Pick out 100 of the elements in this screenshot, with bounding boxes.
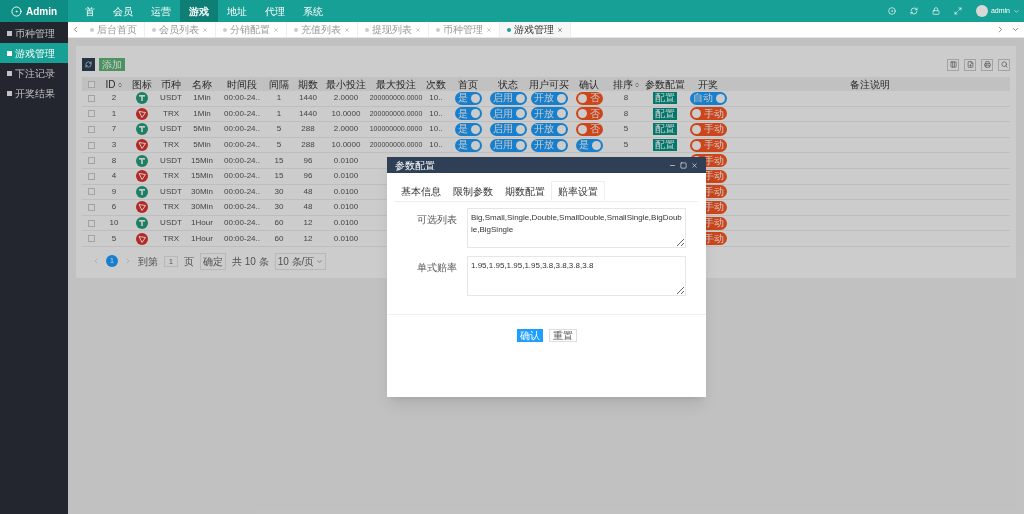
theme-icon[interactable] [887, 7, 896, 15]
add-button[interactable]: 添加 [99, 58, 125, 71]
toggle-switch[interactable]: 手动 [689, 138, 727, 152]
coin-icon [136, 123, 148, 136]
page-tab[interactable]: 充值列表 [287, 22, 358, 37]
fullscreen-icon[interactable] [953, 7, 962, 15]
dialog-tab[interactable]: 限制参数 [447, 181, 499, 201]
checkbox[interactable] [87, 157, 95, 165]
sidebar-item[interactable]: 游戏管理 [0, 43, 68, 63]
table-cell-text: 6 [110, 201, 118, 214]
table-cell-text: 00:00-24.. [223, 92, 261, 105]
toggle-switch[interactable]: 启用 [489, 91, 527, 105]
table-cell-text: 0.0100 [332, 154, 360, 167]
goto-button[interactable]: 确定 [200, 252, 226, 270]
toggle-switch[interactable]: 启用 [489, 138, 527, 152]
toggle-switch[interactable]: 否 [575, 123, 603, 136]
page-size-select[interactable]: 10 条/页 [274, 252, 327, 270]
checkbox[interactable] [87, 110, 95, 118]
print-icon[interactable] [981, 58, 993, 71]
table-cell-text: 2 [110, 92, 118, 105]
table-cell-text: USDT [159, 154, 183, 167]
toggle-switch[interactable]: 开放 [530, 91, 568, 105]
toggle-switch[interactable]: 启用 [489, 123, 527, 136]
config-button[interactable]: 配置 [653, 92, 677, 105]
sidebar-item[interactable]: 币种管理 [0, 23, 68, 43]
toggle-switch[interactable]: 开放 [530, 123, 568, 136]
page-tab[interactable]: 游戏管理 [500, 22, 571, 37]
checkbox[interactable] [87, 81, 95, 88]
toggle-switch[interactable]: 手动 [689, 107, 727, 121]
checkbox[interactable] [87, 219, 95, 227]
toggle-switch[interactable]: 是 [575, 138, 603, 152]
confirm-button[interactable]: 确认 [516, 329, 543, 342]
refresh-icon[interactable] [909, 7, 918, 15]
reset-button[interactable]: 重置 [548, 329, 577, 342]
toggle-switch[interactable]: 是 [454, 107, 482, 121]
page-tab[interactable]: 后台首页 [83, 22, 145, 37]
checkbox[interactable] [87, 203, 95, 211]
toggle-switch[interactable]: 否 [575, 91, 603, 105]
toggle-switch[interactable]: 是 [454, 138, 482, 152]
dialog-tab[interactable]: 基本信息 [395, 181, 447, 201]
checkbox[interactable] [87, 141, 95, 149]
caret-icon [316, 257, 324, 265]
table-cell-text: 0.0100 [332, 185, 360, 198]
sort-icon[interactable] [633, 81, 640, 88]
nav-item[interactable]: 地址 [218, 0, 256, 22]
prev-page-icon[interactable] [92, 257, 100, 266]
toggle-switch[interactable]: 是 [454, 91, 482, 105]
table-cell-text: USDT [159, 123, 183, 136]
toggle-switch[interactable]: 手动 [689, 123, 727, 136]
close-icon[interactable] [557, 26, 563, 33]
toggle-switch[interactable]: 启用 [489, 107, 527, 121]
table-cell-text: 1 [275, 107, 283, 120]
table-cell-text: 1Min [192, 107, 212, 120]
column-header: 名称 [192, 78, 212, 92]
scroll-left-icon[interactable] [71, 25, 80, 34]
refresh-button[interactable] [82, 58, 95, 71]
nav-item[interactable]: 会员 [104, 0, 142, 22]
table-cell-text: 1 [275, 92, 283, 105]
toggle-switch[interactable]: 自动 [689, 91, 727, 105]
export-icon[interactable] [964, 58, 976, 71]
toggle-switch[interactable]: 否 [575, 107, 603, 121]
page-tab[interactable]: 提现列表 [358, 22, 429, 37]
toggle-switch[interactable]: 是 [454, 123, 482, 136]
maximize-icon[interactable] [680, 161, 687, 169]
next-page-icon[interactable] [124, 257, 132, 266]
checkbox[interactable] [87, 235, 95, 243]
checkbox[interactable] [87, 188, 95, 196]
sort-icon[interactable] [116, 81, 123, 88]
dialog-tab[interactable]: 期数配置 [499, 181, 551, 201]
columns-icon[interactable] [947, 58, 959, 71]
text-area[interactable]: 1.95,1.95,1.95,1.95,3.8,3.8,3.8,3.8 [467, 256, 686, 296]
checkbox[interactable] [87, 94, 95, 102]
checkbox[interactable] [87, 126, 95, 133]
text-area[interactable]: Big,Small,Single,Double,SmallDouble,SmallSingle,BigDouble,BigSingle [467, 208, 686, 248]
table-cell-text: 5 [275, 139, 283, 152]
nav-item[interactable]: 代理 [256, 0, 294, 22]
nav-item[interactable]: 游戏 [180, 0, 218, 22]
nav-item[interactable]: 首 [76, 0, 104, 22]
nav-item[interactable]: 系统 [294, 0, 332, 22]
nav-item[interactable]: 运营 [142, 0, 180, 22]
table-cell-text: 0.0100 [332, 232, 360, 245]
toggle-switch[interactable]: 开放 [530, 107, 568, 121]
scroll-right-icon[interactable] [996, 25, 1005, 34]
config-button[interactable]: 配置 [653, 139, 677, 152]
page-tab[interactable]: 分销配置 [216, 22, 287, 37]
config-button[interactable]: 配置 [653, 123, 677, 136]
toggle-switch[interactable]: 开放 [530, 138, 568, 152]
sidebar-item[interactable]: 开奖结果 [0, 83, 68, 103]
lock-icon[interactable] [931, 7, 940, 15]
sidebar-item[interactable]: 下注记录 [0, 63, 68, 83]
config-button[interactable]: 配置 [653, 107, 677, 120]
page-tab[interactable]: 会员列表 [145, 22, 216, 37]
table-cell-text: 00:00-24.. [223, 201, 261, 214]
search-icon[interactable] [998, 58, 1010, 71]
table-cell-text: TRX [162, 232, 180, 245]
table-cell-text: 10 [108, 217, 120, 230]
dropdown-icon[interactable] [1011, 25, 1020, 34]
checkbox[interactable] [87, 172, 95, 180]
table-cell-text: 8 [110, 154, 118, 167]
dialog-tab[interactable]: 赔率设置 [551, 181, 605, 201]
